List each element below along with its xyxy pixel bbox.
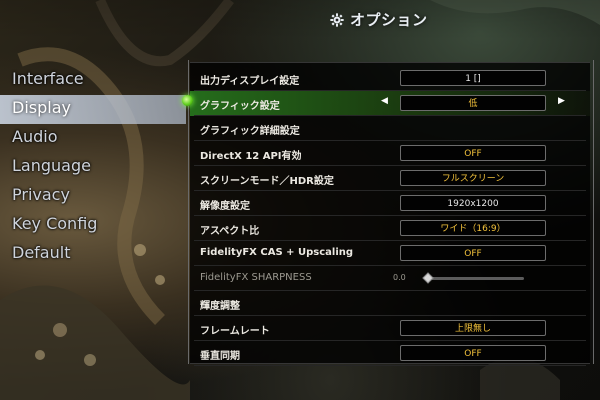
arrow-right-icon[interactable]: ▶	[558, 96, 565, 106]
setting-label: グラフィック設定	[200, 101, 280, 112]
settings-category-nav: Interface Display Audio Language Privacy…	[0, 66, 186, 269]
setting-value-directx12[interactable]: OFF	[400, 145, 546, 161]
settings-list: 出力ディスプレイ設定 1 [] グラフィック設定 ◀ 低 ▶ グラフィック詳細設…	[190, 66, 590, 366]
setting-label: スクリーンモード／HDR設定	[200, 176, 334, 187]
page-title-text: オプション	[350, 11, 428, 29]
sharpness-slider	[422, 272, 524, 284]
setting-label: 出力ディスプレイ設定	[200, 76, 300, 87]
setting-value-resolution[interactable]: 1920x1200	[400, 195, 546, 211]
display-settings-panel: 出力ディスプレイ設定 1 [] グラフィック設定 ◀ 低 ▶ グラフィック詳細設…	[190, 62, 590, 366]
nav-item-display[interactable]: Display	[0, 95, 186, 124]
setting-value-vsync[interactable]: OFF	[400, 345, 546, 361]
gear-icon	[330, 13, 344, 27]
nav-item-language[interactable]: Language	[0, 153, 186, 182]
setting-value-frame-rate[interactable]: 上限無し	[400, 320, 546, 336]
setting-row-graphics-preset[interactable]: グラフィック設定 ◀ 低 ▶	[190, 91, 590, 116]
setting-label: フレームレート	[200, 326, 270, 337]
setting-row-brightness[interactable]: 輝度調整	[190, 291, 590, 316]
header-bar: オプション	[0, 0, 600, 40]
sharpness-value: 0.0	[393, 273, 406, 282]
setting-row-directx12[interactable]: DirectX 12 API有効 OFF	[190, 141, 590, 166]
setting-value-aspect-ratio[interactable]: ワイド（16:9）	[400, 220, 546, 236]
setting-label: DirectX 12 API有効	[200, 151, 302, 162]
arrow-left-icon[interactable]: ◀	[381, 96, 388, 106]
nav-item-key-config[interactable]: Key Config	[0, 211, 186, 240]
setting-row-graphics-advanced[interactable]: グラフィック詳細設定	[190, 116, 590, 141]
setting-label: FidelityFX SHARPNESS	[200, 272, 312, 283]
setting-label: FidelityFX CAS + Upscaling	[200, 247, 354, 258]
setting-row-output-display[interactable]: 出力ディスプレイ設定 1 []	[190, 66, 590, 91]
setting-value-screen-mode[interactable]: フルスクリーン	[400, 170, 546, 186]
nav-item-privacy[interactable]: Privacy	[0, 182, 186, 211]
slider-handle	[422, 272, 434, 284]
setting-row-fidelityfx-cas[interactable]: FidelityFX CAS + Upscaling OFF	[190, 241, 590, 266]
setting-row-screen-mode[interactable]: スクリーンモード／HDR設定 フルスクリーン	[190, 166, 590, 191]
nav-item-audio[interactable]: Audio	[0, 124, 186, 153]
setting-label: 垂直同期	[200, 351, 240, 362]
setting-label: グラフィック詳細設定	[200, 126, 300, 137]
nav-item-default[interactable]: Default	[0, 240, 186, 269]
setting-row-frame-rate[interactable]: フレームレート 上限無し	[190, 316, 590, 341]
setting-label: 輝度調整	[200, 301, 240, 312]
setting-row-resolution[interactable]: 解像度設定 1920x1200	[190, 191, 590, 216]
setting-row-aspect-ratio[interactable]: アスペクト比 ワイド（16:9）	[190, 216, 590, 241]
row-divider	[194, 365, 586, 366]
setting-value-graphics-preset[interactable]: 低	[400, 95, 546, 111]
setting-row-fidelityfx-sharpness: FidelityFX SHARPNESS 0.0	[190, 266, 590, 291]
setting-value-output-display[interactable]: 1 []	[400, 70, 546, 86]
setting-label: アスペクト比	[200, 226, 260, 237]
selection-cursor-icon	[182, 95, 193, 106]
setting-row-vsync[interactable]: 垂直同期 OFF	[190, 341, 590, 366]
setting-label: 解像度設定	[200, 201, 250, 212]
setting-value-fidelityfx-cas[interactable]: OFF	[400, 245, 546, 261]
nav-item-interface[interactable]: Interface	[0, 66, 186, 95]
page-title: オプション	[330, 9, 428, 30]
